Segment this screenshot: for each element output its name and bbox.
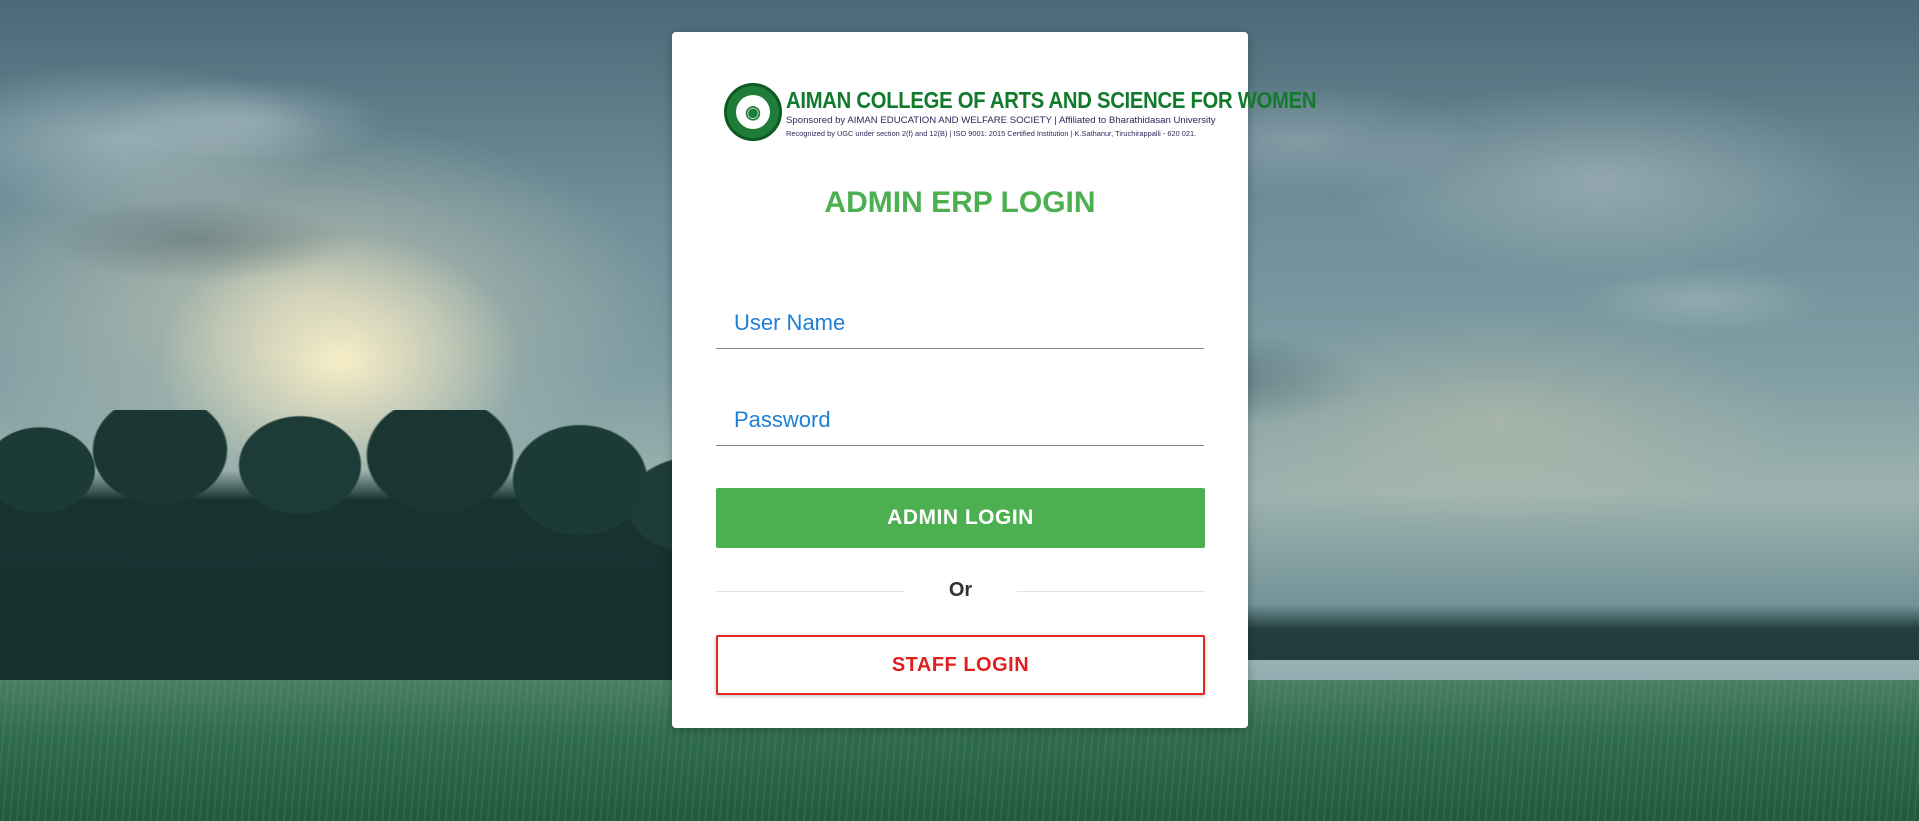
or-divider: Or (716, 577, 1205, 607)
college-logo: ◉ AIMAN COLLEGE OF ARTS AND SCIENCE FOR … (724, 82, 1317, 142)
staff-login-button[interactable]: STAFF LOGIN (716, 635, 1205, 695)
college-recognition-line: Recognized by UGC under section 2(f) and… (786, 128, 1197, 138)
emblem-center-icon: ◉ (736, 95, 770, 129)
login-card: ◉ AIMAN COLLEGE OF ARTS AND SCIENCE FOR … (672, 32, 1317, 728)
college-name: AIMAN COLLEGE OF ARTS AND SCIENCE FOR WO… (786, 86, 1317, 113)
college-logo-text: AIMAN COLLEGE OF ARTS AND SCIENCE FOR WO… (786, 87, 1389, 138)
admin-login-button[interactable]: ADMIN LOGIN (716, 488, 1205, 548)
college-emblem-icon: ◉ (724, 83, 782, 141)
divider-line-right (1017, 591, 1205, 592)
username-field-wrapper (716, 298, 1204, 349)
username-input[interactable] (716, 298, 1204, 348)
password-field-wrapper (716, 395, 1204, 446)
password-input[interactable] (716, 395, 1204, 445)
login-title: ADMIN ERP LOGIN (824, 186, 1096, 219)
background-treeline (1180, 605, 1919, 665)
college-sponsor-line: Sponsored by AIMAN EDUCATION AND WELFARE… (786, 114, 1216, 126)
